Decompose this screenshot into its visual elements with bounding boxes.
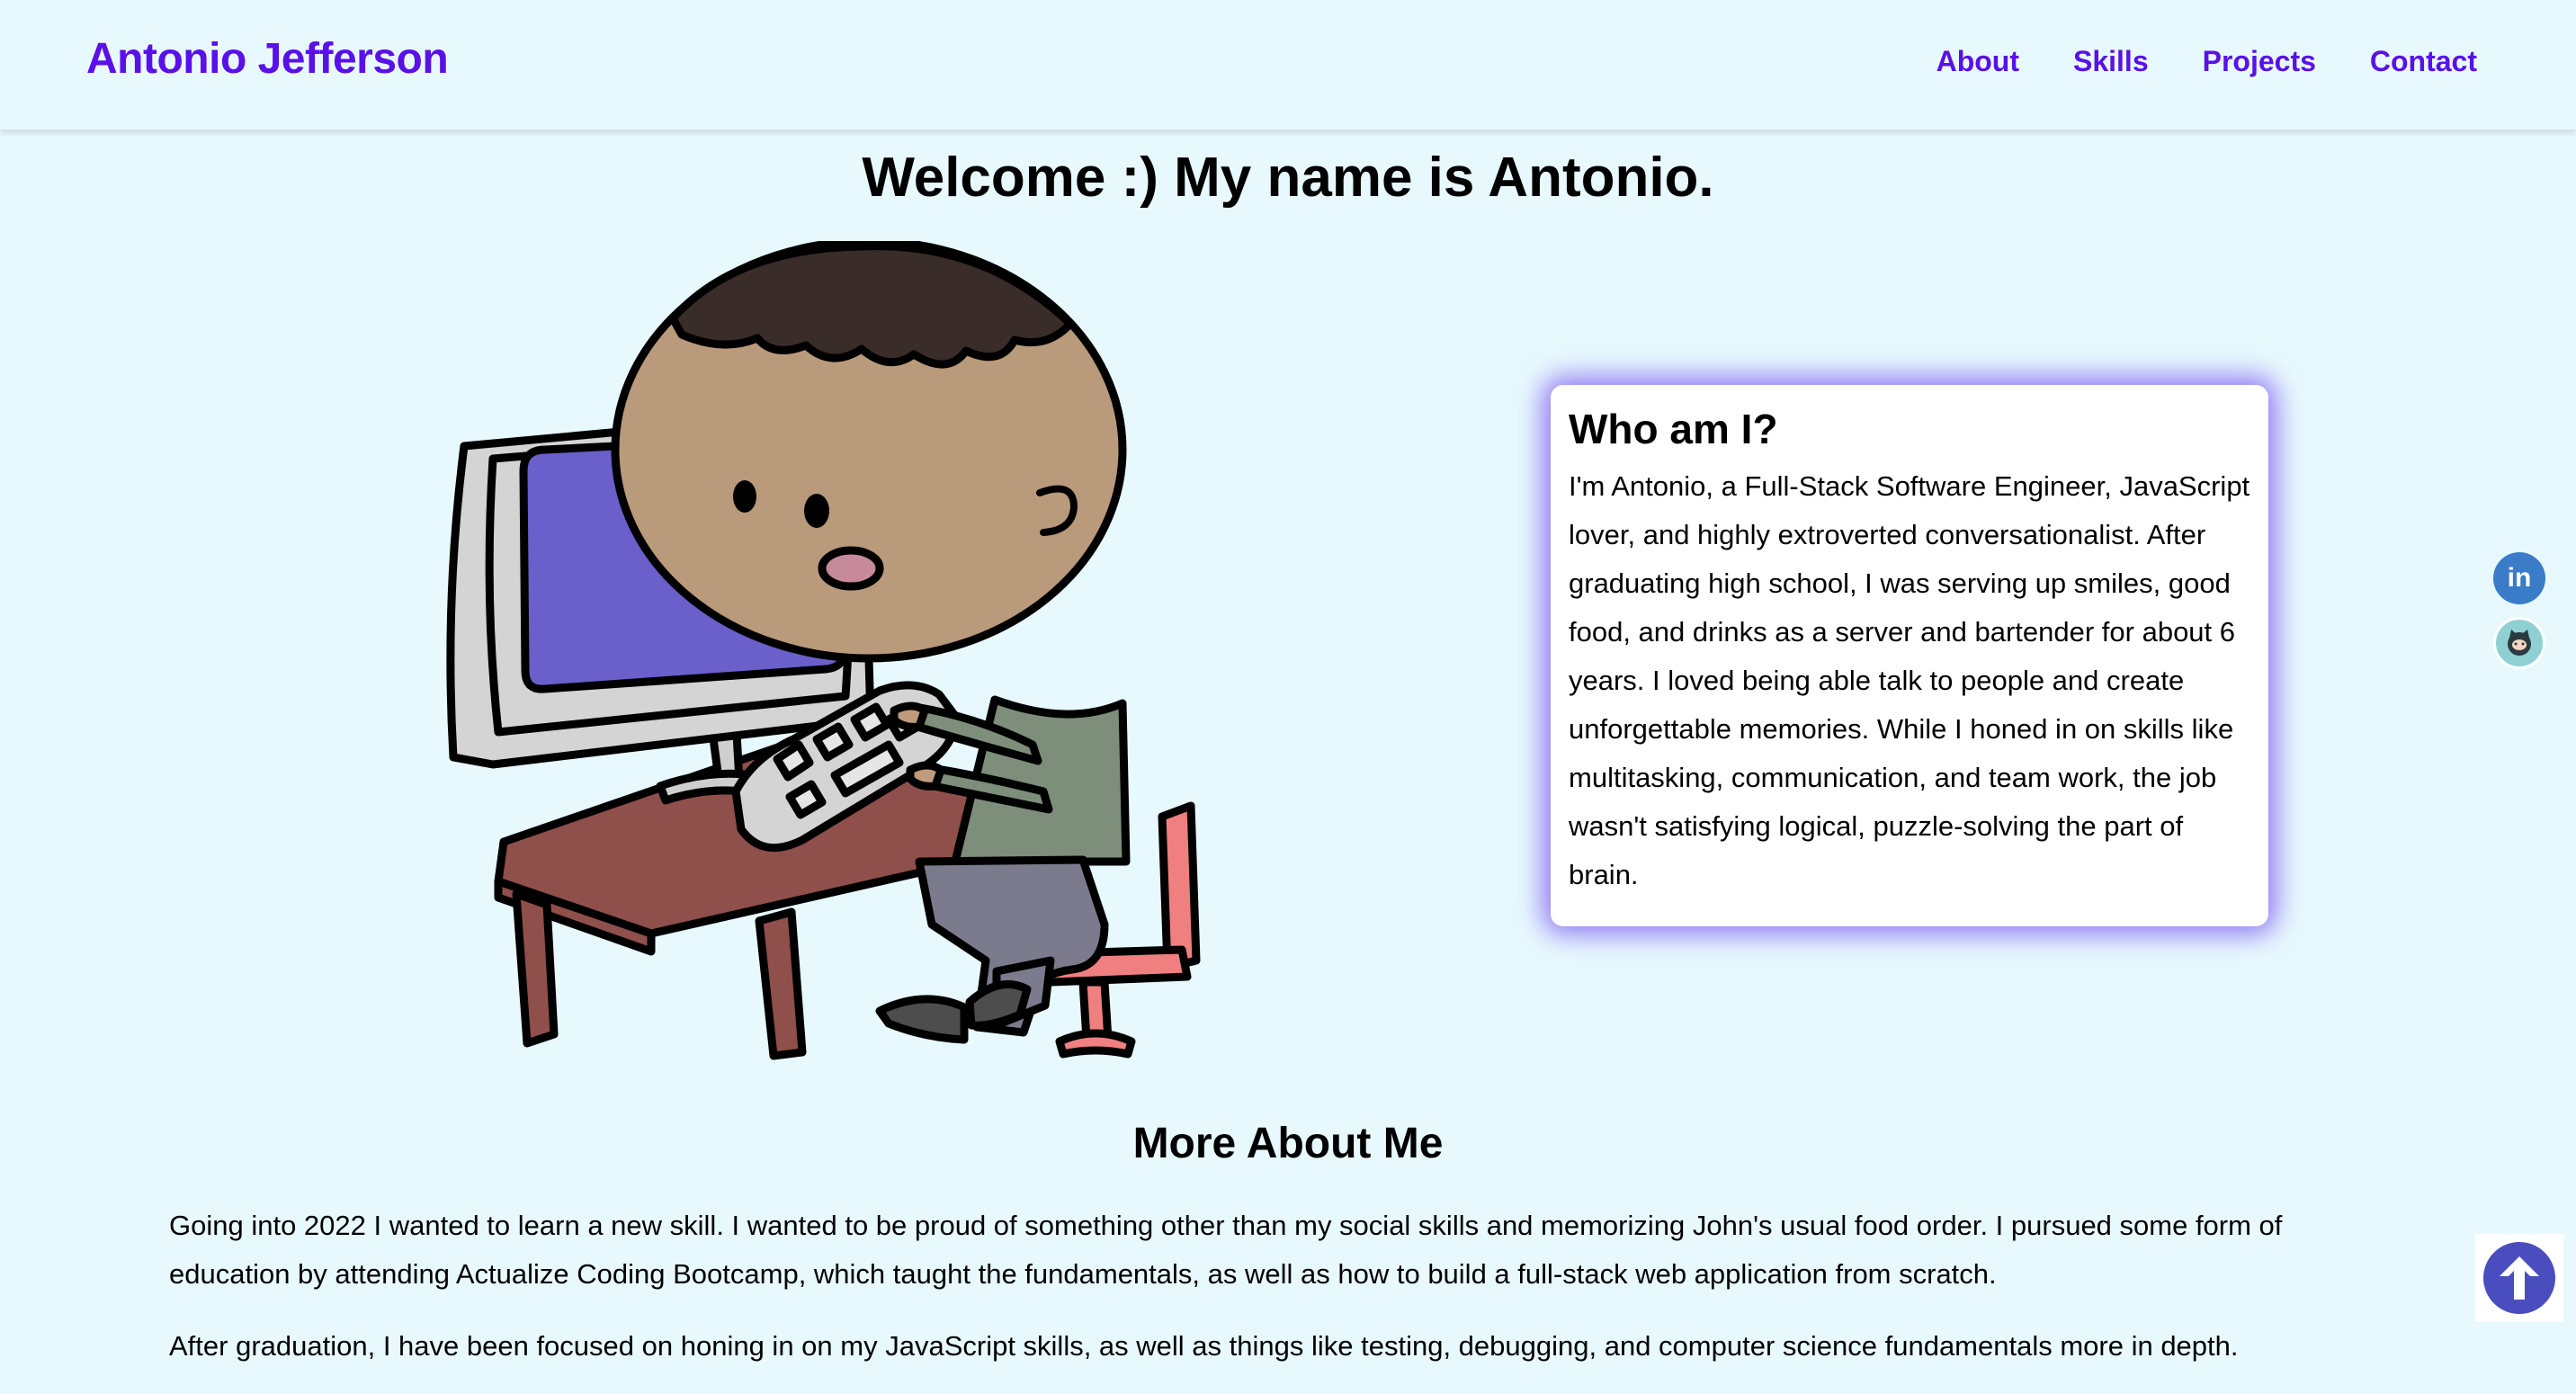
nav-link-contact[interactable]: Contact <box>2370 45 2477 78</box>
who-am-i-title: Who am I? <box>1569 406 1778 452</box>
arrow-up-icon <box>2500 1256 2539 1300</box>
scroll-to-top-container <box>2475 1234 2563 1322</box>
more-about-paragraph: Going into 2022 I wanted to learn a new … <box>169 1210 2283 1290</box>
more-about-me-title: More About Me <box>1132 1120 1444 1167</box>
social-links: in <box>2493 552 2545 682</box>
linkedin-icon[interactable]: in <box>2493 552 2545 604</box>
nav-link-skills[interactable]: Skills <box>2073 45 2149 78</box>
coder-illustration <box>446 241 1201 1060</box>
scroll-to-top-button[interactable] <box>2483 1242 2555 1314</box>
nav-link-about[interactable]: About <box>1936 45 2019 78</box>
brand-logo-link[interactable]: Antonio Jefferson <box>86 34 449 84</box>
who-am-i-card: Who am I? I'm Antonio, a Full-Stack Soft… <box>1551 385 2268 926</box>
who-am-i-text: I'm Antonio, a Full-Stack Software Engin… <box>1569 470 2250 890</box>
github-icon[interactable] <box>2493 617 2545 669</box>
nav-links: About Skills Projects Contact <box>1936 45 2477 78</box>
welcome-heading: Welcome :) My name is Antonio. <box>862 147 1714 209</box>
more-about-me-body: Going into 2022 I wanted to learn a new … <box>169 1202 2400 1394</box>
linkedin-glyph: in <box>2507 563 2532 593</box>
nav-link-projects[interactable]: Projects <box>2203 45 2316 78</box>
navbar: Antonio Jefferson About Skills Projects … <box>0 0 2576 130</box>
github-octocat-icon <box>2508 630 2531 656</box>
more-about-paragraph: After graduation, I have been focused on… <box>169 1330 2239 1362</box>
